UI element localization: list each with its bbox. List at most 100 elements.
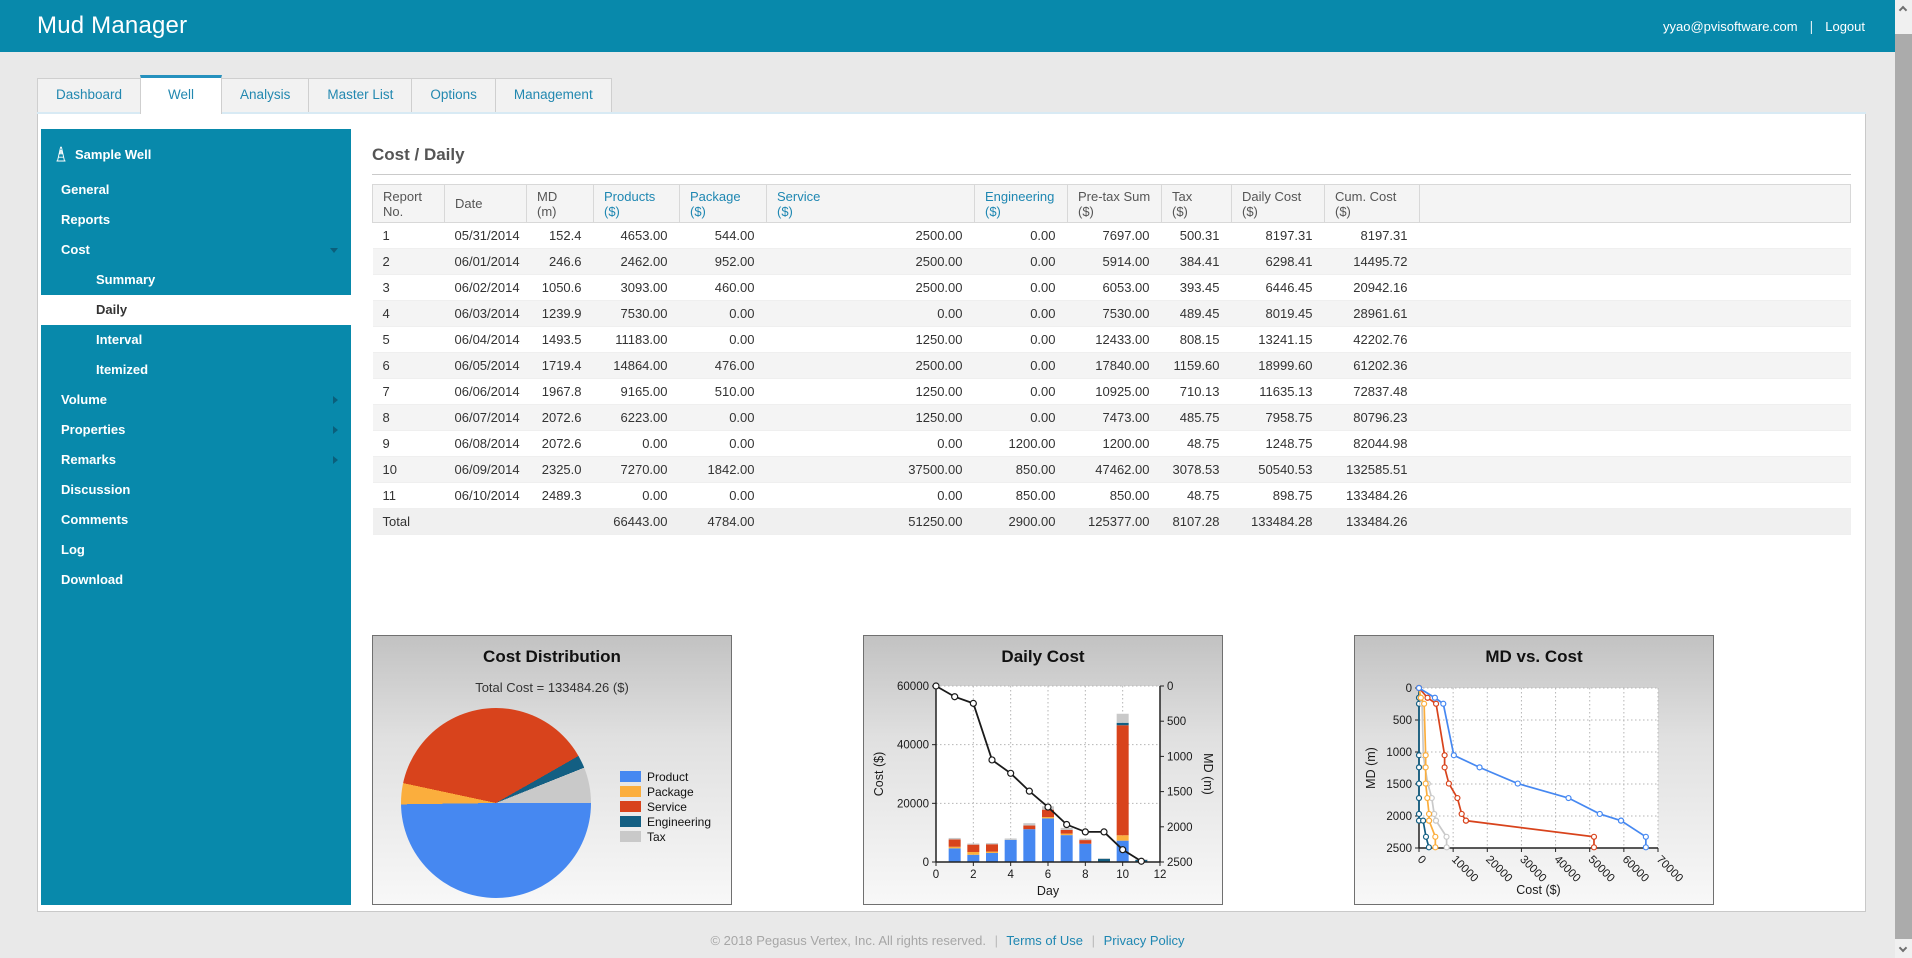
cell-empty [1420,353,1851,379]
copyright-text: © 2018 Pegasus Vertex, Inc. All rights r… [710,933,986,948]
daily-cost-plot: 0200004000060000050010001500200025000246… [864,636,1222,904]
tab-well[interactable]: Well [140,75,222,114]
cell-cum-cost: 133484.26 [1325,483,1420,509]
sidebar-item-interval[interactable]: Interval [41,325,351,355]
cell-cum-cost: 20942.16 [1325,275,1420,301]
sidebar-item-itemized[interactable]: Itemized [41,355,351,385]
user-zone: yyao@pvisoftware.com | Logout [1663,18,1865,34]
cell-service: 1250.00 [767,379,975,405]
cell-package: 4784.00 [680,509,767,535]
cell-products: 0.00 [594,431,680,457]
sidebar-item-properties[interactable]: Properties [41,415,351,445]
logout-button[interactable]: Logout [1825,19,1865,34]
cell-tax: 8107.28 [1162,509,1232,535]
cell-report-no: 1 [373,223,445,249]
column-header-package[interactable]: Package($) [680,185,767,223]
legend-swatch [620,786,641,797]
tab-bar: DashboardWellAnalysisMaster ListOptionsM… [37,76,1866,114]
well-header: Sample Well [41,129,351,175]
privacy-policy-link[interactable]: Privacy Policy [1104,933,1185,948]
scroll-down-button[interactable] [1895,941,1912,958]
cell-empty [1420,379,1851,405]
sidebar-item-remarks[interactable]: Remarks [41,445,351,475]
svg-text:Cost ($): Cost ($) [1516,883,1560,897]
tab-management[interactable]: Management [495,78,612,112]
cell-md: 1493.5 [527,327,594,353]
table-row-2: 206/01/2014246.62462.00952.002500.000.00… [373,249,1851,275]
scrollbar-thumb[interactable] [1895,34,1912,939]
sidebar-item-label: Comments [61,512,128,527]
column-header-tax: Tax($) [1162,185,1232,223]
vertical-scrollbar[interactable] [1895,0,1912,958]
sidebar-item-summary[interactable]: Summary [41,265,351,295]
cell-service: 37500.00 [767,457,975,483]
svg-text:20000: 20000 [897,798,929,810]
sidebar-item-general[interactable]: General [41,175,351,205]
cell-package: 460.00 [680,275,767,301]
cell-engineering: 1200.00 [975,431,1068,457]
tab-master-list[interactable]: Master List [308,78,412,112]
cell-date: 06/09/2014 [445,457,527,483]
legend-item-engineering: Engineering [620,814,711,829]
tab-analysis[interactable]: Analysis [221,78,309,112]
svg-text:500: 500 [1167,716,1186,728]
legend-label: Service [647,800,687,814]
cell-md: 2072.6 [527,431,594,457]
legend-label: Product [647,770,688,784]
legend-item-service: Service [620,799,711,814]
sidebar-item-download[interactable]: Download [41,565,351,595]
column-header-products[interactable]: Products($) [594,185,680,223]
cell-md: 2325.0 [527,457,594,483]
cell-report-no: Total [373,509,445,535]
terms-of-use-link[interactable]: Terms of Use [1006,933,1083,948]
column-header-service[interactable]: Service($) [767,185,975,223]
cell-daily-cost: 8197.31 [1232,223,1325,249]
cell-date: 06/07/2014 [445,405,527,431]
table-row-8: 806/07/20142072.66223.000.001250.000.007… [373,405,1851,431]
cell-report-no: 11 [373,483,445,509]
charts-row: Cost Distribution Total Cost = 133484.26… [372,635,1851,905]
legend-swatch [620,771,641,782]
cell-md: 2489.3 [527,483,594,509]
sidebar: Sample Well GeneralReportsCostSummaryDai… [41,129,351,905]
svg-text:Day: Day [1037,884,1060,898]
cell-cum-cost: 133484.26 [1325,509,1420,535]
sidebar-item-comments[interactable]: Comments [41,505,351,535]
cell-pre-tax-sum: 17840.00 [1068,353,1162,379]
tab-options[interactable]: Options [411,78,496,112]
scroll-up-button[interactable] [1895,0,1912,17]
column-header-engineering[interactable]: Engineering($) [975,185,1068,223]
svg-text:2500: 2500 [1167,857,1193,869]
cell-products: 2462.00 [594,249,680,275]
cell-date: 05/31/2014 [445,223,527,249]
svg-text:4: 4 [1007,869,1014,881]
sidebar-item-daily[interactable]: Daily [41,295,351,325]
tab-dashboard[interactable]: Dashboard [37,78,141,112]
cell-report-no: 4 [373,301,445,327]
cell-pre-tax-sum: 12433.00 [1068,327,1162,353]
cell-daily-cost: 11635.13 [1232,379,1325,405]
cell-package: 0.00 [680,405,767,431]
cell-package: 544.00 [680,223,767,249]
cell-package: 0.00 [680,483,767,509]
sidebar-item-cost[interactable]: Cost [41,235,351,265]
cell-date: 06/04/2014 [445,327,527,353]
sidebar-item-reports[interactable]: Reports [41,205,351,235]
cell-daily-cost: 6298.41 [1232,249,1325,275]
cell-tax: 710.13 [1162,379,1232,405]
pie-graphic [401,708,591,898]
cell-products: 9165.00 [594,379,680,405]
cell-empty [1420,405,1851,431]
sidebar-item-volume[interactable]: Volume [41,385,351,415]
cell-daily-cost: 898.75 [1232,483,1325,509]
cell-products: 0.00 [594,483,680,509]
svg-text:20000: 20000 [1483,854,1514,885]
cell-pre-tax-sum: 6053.00 [1068,275,1162,301]
svg-text:8: 8 [1082,869,1088,881]
cell-daily-cost: 1248.75 [1232,431,1325,457]
chart-title: Cost Distribution [373,647,731,667]
svg-text:2000: 2000 [1386,811,1412,823]
sidebar-item-log[interactable]: Log [41,535,351,565]
sidebar-item-discussion[interactable]: Discussion [41,475,351,505]
cell-pre-tax-sum: 125377.00 [1068,509,1162,535]
